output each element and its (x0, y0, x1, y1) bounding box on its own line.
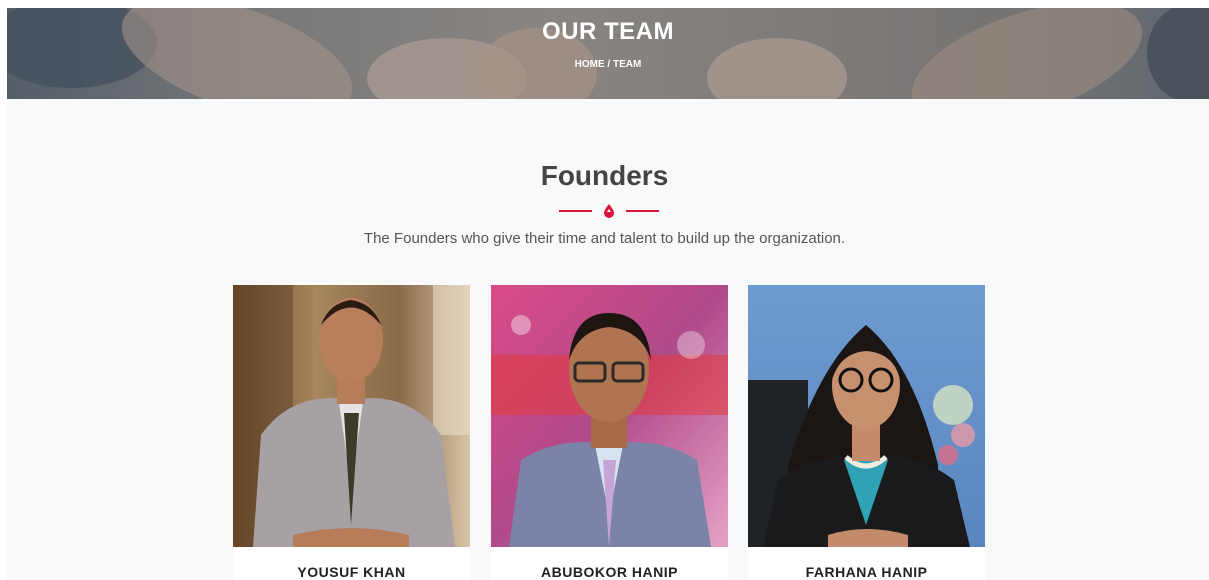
team-member-photo[interactable] (233, 285, 470, 547)
section-subtitle: The Founders who give their time and tal… (363, 230, 846, 247)
breadcrumb-current: TEAM (613, 59, 642, 70)
breadcrumb-home-link[interactable]: HOME (575, 59, 605, 70)
person-portrait-icon (491, 285, 728, 547)
team-member-name: ABUBOKOR HANIP (541, 564, 678, 580)
team-member-name: YOUSUF KHAN (297, 564, 406, 580)
section-title: Founders (540, 160, 669, 191)
team-member-photo[interactable] (748, 285, 985, 547)
blood-drop-icon (604, 204, 614, 218)
team-member-card[interactable]: ABUBOKOR HANIP (491, 285, 728, 580)
divider-line-left (559, 210, 592, 212)
team-member-name: FARHANA HANIP (805, 564, 928, 580)
divider-line-right (626, 210, 659, 212)
breadcrumb-separator: / (604, 59, 613, 70)
person-portrait-icon (233, 285, 470, 547)
team-member-photo[interactable] (491, 285, 728, 547)
team-member-card[interactable]: YOUSUF KHAN (233, 285, 470, 580)
page-title: OUR TEAM (542, 18, 674, 45)
team-member-card[interactable]: FARHANA HANIP (748, 285, 985, 580)
person-portrait-icon (748, 285, 985, 547)
breadcrumb: HOME / TEAM (7, 59, 1209, 70)
title-divider (559, 203, 659, 219)
hero-banner: OUR TEAM HOME / TEAM (7, 8, 1209, 99)
